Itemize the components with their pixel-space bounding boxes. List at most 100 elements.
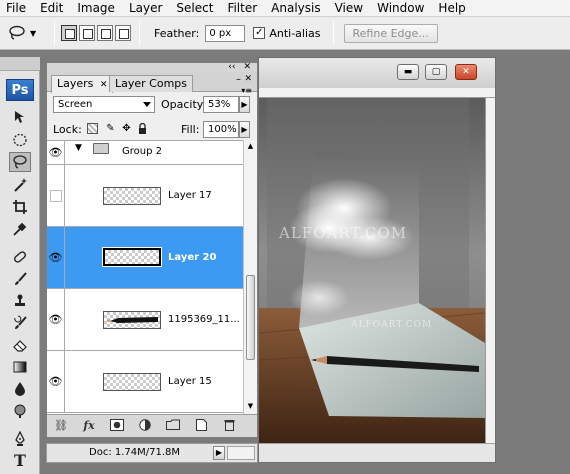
maximize-button[interactable]: ▢ (425, 64, 447, 80)
lock-all-icon[interactable] (137, 122, 148, 134)
document-titlebar[interactable]: ▬ ▢ ✕ (259, 58, 495, 88)
expand-triangle-icon[interactable]: ▼ (75, 143, 82, 153)
chevron-right-icon: ▶ (241, 100, 248, 109)
panel-minimize-icon[interactable]: – (236, 74, 241, 85)
opacity-slider-button[interactable]: ▶ (239, 96, 250, 113)
lock-position-icon[interactable]: ✥ (121, 123, 132, 134)
blur-tool-icon[interactable] (9, 379, 31, 399)
lock-transparent-icon[interactable] (87, 123, 98, 134)
layers-list: 👁 ▼ Group 2 Layer 17 👁 Layer 20 👁 119536… (47, 140, 243, 414)
layer-row-layer-20[interactable]: 👁 Layer 20 (47, 227, 243, 289)
adjustment-layer-icon[interactable] (137, 419, 153, 433)
doc-info-text: Doc: 1.74M/71.8M (89, 447, 181, 458)
crop-tool-icon[interactable] (9, 197, 31, 217)
visibility-toggle[interactable]: 👁 (47, 227, 65, 288)
menu-select[interactable]: Select (169, 0, 220, 17)
menu-filter[interactable]: Filter (220, 0, 264, 17)
layer-style-icon[interactable]: fx (81, 419, 97, 433)
clone-stamp-tool-icon[interactable] (9, 291, 31, 311)
menu-image[interactable]: Image (70, 0, 122, 17)
panel-close-icon[interactable]: ✕ (244, 74, 252, 84)
menu-layer[interactable]: Layer (122, 0, 169, 17)
eraser-tool-icon[interactable] (9, 335, 31, 355)
fill-input[interactable]: 100% (203, 121, 239, 138)
menu-edit[interactable]: Edit (33, 0, 70, 17)
add-mask-icon[interactable] (109, 419, 125, 433)
delete-layer-icon[interactable] (221, 419, 237, 433)
blend-mode-select[interactable]: Screen (53, 96, 155, 113)
tab-layers[interactable]: Layers ✕ (51, 75, 114, 93)
close-icon: ✕ (462, 67, 470, 77)
feather-input[interactable] (205, 24, 246, 42)
tab-layer-comps[interactable]: Layer Comps (109, 75, 194, 92)
photoshop-logo[interactable]: Ps (6, 79, 34, 101)
tab-layers-label: Layers (57, 77, 94, 90)
marquee-tool-icon[interactable] (9, 130, 31, 150)
horizontal-scrollbar[interactable] (227, 446, 255, 460)
type-tool-icon[interactable]: T (9, 450, 31, 470)
scroll-up-icon[interactable]: ▲ (246, 142, 255, 151)
move-tool-icon[interactable] (9, 107, 31, 127)
chevron-right-icon: ▶ (215, 448, 223, 457)
layer-name: 1195369_11... (168, 314, 240, 325)
eye-icon: 👁 (48, 146, 63, 159)
pen-tool-icon[interactable] (9, 429, 31, 449)
panel-titlebar[interactable]: ‹‹ ✕ (47, 63, 257, 72)
opacity-input[interactable]: 53% (203, 96, 239, 113)
eyedropper-tool-icon[interactable] (9, 219, 31, 239)
magic-wand-tool-icon[interactable] (9, 175, 31, 195)
collapse-icon[interactable]: ‹‹ (228, 63, 235, 72)
layer-thumbnail (102, 247, 162, 267)
brush-tool-icon[interactable] (9, 269, 31, 289)
toolbox-grip[interactable] (0, 57, 40, 71)
antialias-checkbox[interactable]: ✓ (253, 27, 266, 39)
scrollbar-thumb[interactable] (246, 275, 255, 360)
panel-menu-icon[interactable]: ▾≡ (241, 86, 252, 95)
subtract-from-selection-button[interactable] (97, 25, 113, 41)
horizontal-ruler[interactable] (259, 88, 495, 98)
add-to-selection-button[interactable] (79, 25, 95, 41)
refine-edge-button[interactable]: Refine Edge... (343, 23, 438, 43)
vertical-ruler[interactable] (485, 98, 495, 443)
gradient-tool-icon[interactable] (9, 357, 31, 377)
menu-view[interactable]: View (328, 0, 370, 17)
intersect-selection-button[interactable] (115, 25, 131, 41)
link-layers-icon[interactable]: ⛓ (53, 419, 69, 433)
history-brush-tool-icon[interactable] (9, 313, 31, 333)
lasso-icon (9, 25, 25, 40)
tool-preset-picker[interactable]: ▼ (8, 21, 48, 45)
fill-slider-button[interactable]: ▶ (239, 121, 250, 138)
layer-row-pencil[interactable]: 👁 1195369_11... (47, 289, 243, 351)
menu-analysis[interactable]: Analysis (264, 0, 327, 17)
close-panel-icon[interactable]: ✕ (243, 63, 251, 72)
minimize-button[interactable]: ▬ (397, 64, 419, 80)
close-document-button[interactable]: ✕ (455, 64, 477, 80)
layers-scrollbar[interactable]: ▲ ▼ (243, 140, 257, 414)
healing-brush-tool-icon[interactable] (9, 247, 31, 267)
new-selection-button[interactable] (61, 25, 77, 41)
document-canvas[interactable]: ALFOART.COM ALFOART.COM (258, 98, 486, 443)
lasso-tool-icon[interactable] (9, 152, 31, 172)
new-layer-icon[interactable] (193, 419, 209, 433)
layer-name: Group 2 (122, 146, 162, 157)
layer-row-layer-17[interactable]: Layer 17 (47, 165, 243, 227)
visibility-toggle[interactable]: 👁 (47, 289, 65, 350)
layer-row-layer-15[interactable]: 👁 Layer 15 (47, 351, 243, 413)
visibility-toggle[interactable]: 👁 (47, 141, 65, 164)
scroll-down-icon[interactable]: ▼ (246, 402, 255, 411)
options-separator (332, 21, 334, 45)
visibility-toggle[interactable] (47, 165, 65, 226)
new-group-icon[interactable] (165, 419, 181, 433)
layer-row-group-2[interactable]: 👁 ▼ Group 2 (47, 141, 243, 165)
close-tab-icon[interactable]: ✕ (100, 80, 108, 90)
hidden-eye-icon (49, 189, 62, 202)
fill-label: Fill: (181, 123, 200, 136)
status-menu-button[interactable]: ▶ (213, 446, 225, 460)
visibility-toggle[interactable]: 👁 (47, 351, 65, 412)
menu-help[interactable]: Help (431, 0, 472, 17)
layers-panel-footer: ⛓ fx (47, 414, 257, 437)
lock-image-icon[interactable]: ✎ (105, 123, 116, 134)
menu-window[interactable]: Window (370, 0, 431, 17)
menu-file[interactable]: File (0, 0, 33, 17)
dodge-tool-icon[interactable] (9, 401, 31, 421)
